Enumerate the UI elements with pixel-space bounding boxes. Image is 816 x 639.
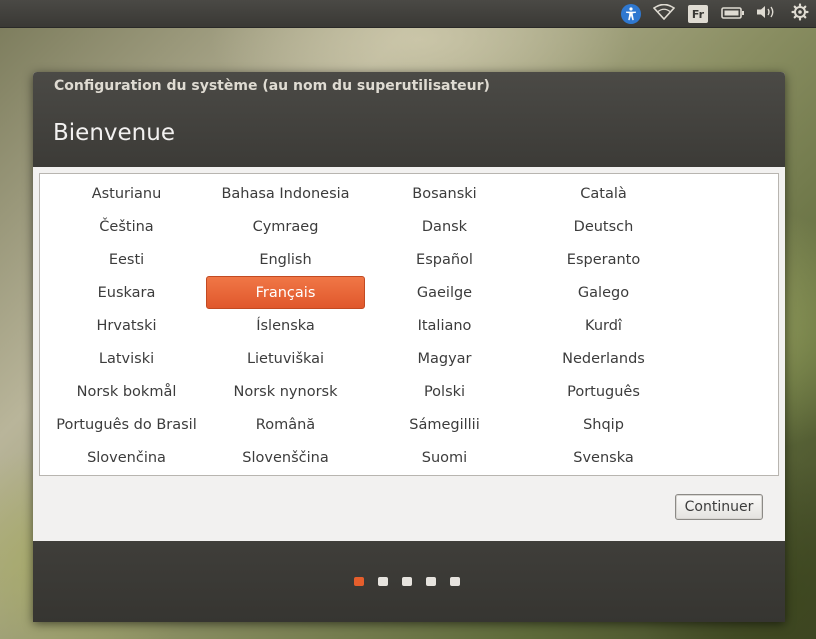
language-item[interactable]: Sámegillii bbox=[365, 408, 524, 441]
sound-indicator[interactable] bbox=[754, 3, 778, 25]
language-item[interactable]: Português do Brasil bbox=[47, 408, 206, 441]
language-item[interactable]: English bbox=[206, 243, 365, 276]
system-configuration-window: Configuration du système (au nom du supe… bbox=[33, 72, 785, 622]
language-item[interactable]: Kurdî bbox=[524, 309, 683, 342]
gear-icon bbox=[791, 3, 809, 25]
language-list[interactable]: Asturianu Bahasa Indonesia Bosanski Català Č… bbox=[39, 173, 779, 476]
language-item[interactable]: Norsk nynorsk bbox=[206, 375, 365, 408]
session-indicator[interactable] bbox=[788, 3, 812, 25]
step-dot-active bbox=[354, 577, 364, 586]
continue-button[interactable]: Continuer bbox=[675, 494, 763, 520]
language-item[interactable]: Dansk bbox=[365, 210, 524, 243]
language-item[interactable]: Galego bbox=[524, 276, 683, 309]
language-item[interactable]: Hrvatski bbox=[47, 309, 206, 342]
keyboard-layout-icon: Fr bbox=[688, 5, 708, 23]
language-item[interactable]: Bosanski bbox=[365, 177, 524, 210]
step-dot bbox=[450, 577, 460, 586]
language-grid: Asturianu Bahasa Indonesia Bosanski Català Č… bbox=[47, 177, 683, 474]
language-item[interactable]: Norsk bokmål bbox=[47, 375, 206, 408]
language-item[interactable]: Català bbox=[524, 177, 683, 210]
language-item[interactable]: Eesti bbox=[47, 243, 206, 276]
language-item[interactable]: Asturianu bbox=[47, 177, 206, 210]
battery-indicator[interactable] bbox=[720, 3, 746, 25]
wifi-indicator[interactable] bbox=[652, 3, 676, 25]
language-item[interactable]: Bahasa Indonesia bbox=[206, 177, 365, 210]
accessibility-indicator[interactable] bbox=[620, 3, 642, 25]
language-item[interactable]: Italiano bbox=[365, 309, 524, 342]
language-item[interactable]: Deutsch bbox=[524, 210, 683, 243]
language-item-selected[interactable]: Français bbox=[206, 276, 365, 309]
step-dot bbox=[426, 577, 436, 586]
language-item[interactable]: Euskara bbox=[47, 276, 206, 309]
language-item[interactable]: Slovenčina bbox=[47, 441, 206, 474]
keyboard-layout-indicator[interactable]: Fr bbox=[687, 3, 709, 25]
language-item[interactable]: Suomi bbox=[365, 441, 524, 474]
language-item[interactable]: Esperanto bbox=[524, 243, 683, 276]
language-item[interactable]: Română bbox=[206, 408, 365, 441]
language-item[interactable]: Shqip bbox=[524, 408, 683, 441]
step-dot bbox=[378, 577, 388, 586]
language-item[interactable]: Latviski bbox=[47, 342, 206, 375]
window-title: Configuration du système (au nom du supe… bbox=[54, 78, 490, 94]
language-item[interactable]: Slovenščina bbox=[206, 441, 365, 474]
top-panel: Fr bbox=[0, 0, 816, 28]
step-dot bbox=[402, 577, 412, 586]
language-item[interactable]: Español bbox=[365, 243, 524, 276]
language-item[interactable]: Íslenska bbox=[206, 309, 365, 342]
wifi-icon bbox=[652, 3, 676, 24]
language-item[interactable]: Svenska bbox=[524, 441, 683, 474]
step-footer bbox=[33, 541, 785, 622]
language-item[interactable]: Magyar bbox=[365, 342, 524, 375]
language-item[interactable]: Čeština bbox=[47, 210, 206, 243]
page-title: Bienvenue bbox=[53, 120, 175, 146]
language-item[interactable]: Cymraeg bbox=[206, 210, 365, 243]
language-item[interactable]: Polski bbox=[365, 375, 524, 408]
language-item[interactable]: Gaeilge bbox=[365, 276, 524, 309]
window-header: Configuration du système (au nom du supe… bbox=[33, 72, 785, 167]
battery-icon bbox=[721, 5, 745, 24]
step-indicator bbox=[354, 577, 460, 587]
language-item[interactable]: Português bbox=[524, 375, 683, 408]
accessibility-icon bbox=[621, 4, 641, 24]
sound-icon bbox=[755, 4, 777, 24]
language-item[interactable]: Lietuviškai bbox=[206, 342, 365, 375]
language-item[interactable]: Nederlands bbox=[524, 342, 683, 375]
